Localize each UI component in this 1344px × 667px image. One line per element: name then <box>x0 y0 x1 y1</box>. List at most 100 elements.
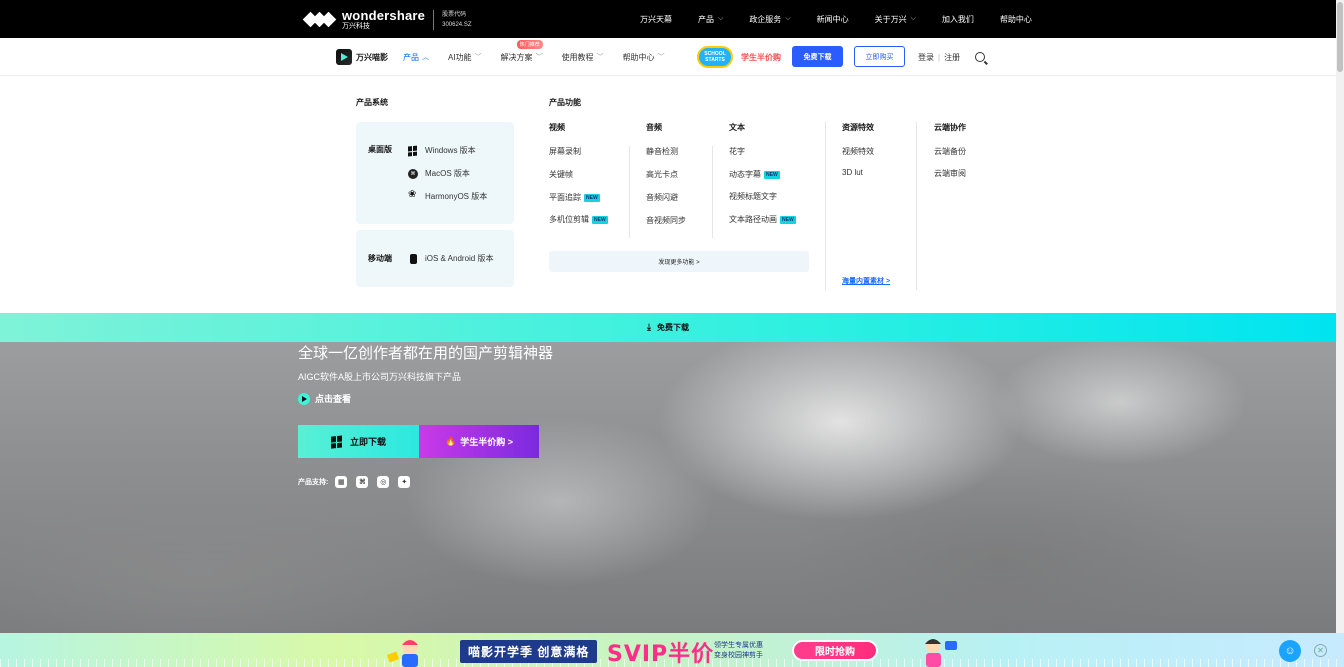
new-badge: NEW <box>764 170 780 179</box>
hero-student-button[interactable]: 🔥 学生半价购 > <box>419 425 539 458</box>
play-icon <box>298 392 310 405</box>
chevron-down-icon: ﹀ <box>657 54 665 61</box>
built-in-assets-link[interactable]: 海量内置素材 > <box>842 276 890 286</box>
windows-icon: ▦ <box>335 476 348 488</box>
brand-logo[interactable]: 万兴喵影 <box>336 49 388 65</box>
product-nav: 万兴喵影 产品 ︿ AI功能 ﹀ 热门推荐 解决方案 ﹀ 使用教程 ﹀ 帮助中心 ﹀ SC… <box>0 38 1336 76</box>
filmora-app-icon <box>336 49 352 65</box>
mobile-card: 移动端 iOS & Android 版本 <box>356 230 514 287</box>
platform-mobile[interactable]: iOS & Android 版本 <box>408 253 493 264</box>
student-illustration-left <box>386 639 418 667</box>
buy-now-button[interactable]: 立即购买 <box>854 46 905 67</box>
topnav-item-about[interactable]: 关于万兴 ⌵ <box>875 14 916 25</box>
promo-banner[interactable]: 喵影开学季 创意满格 SVIP半价 领学生专属优惠 变身校园神剪手 限时抢购 <box>0 633 1344 667</box>
features-text-title: 文本 <box>729 123 745 132</box>
chevron-down-icon: ﹀ <box>596 54 604 61</box>
search-icon[interactable] <box>975 52 985 62</box>
topnav-item-enterprise[interactable]: 政企服务 ⌵ <box>749 14 790 25</box>
top-bar: wondershare 万兴科技 股票代码 300624.SZ 万兴天幕 产品 ⌵… <box>0 0 1336 38</box>
hero-download-button[interactable]: 立即下载 <box>298 425 419 458</box>
feature-3d-lut[interactable]: 3D lut <box>842 168 863 177</box>
platform-macos[interactable]: ⌘ MacOS 版本 <box>408 168 470 179</box>
features-audio-title: 音频 <box>646 123 662 132</box>
feature-keyframe[interactable]: 关键帧 <box>549 169 573 180</box>
features-resources-title: 资源特效 <box>842 123 874 132</box>
chevron-down-icon: ﹀ <box>535 54 543 61</box>
download-icon: ⤓ <box>647 322 651 332</box>
feature-screen-record[interactable]: 屏幕录制 <box>549 146 581 157</box>
customer-service-icon[interactable]: ☺ <box>1279 640 1301 662</box>
feature-av-sync[interactable]: 音视频同步 <box>646 215 686 226</box>
new-badge: NEW <box>780 215 796 224</box>
feature-beat-sync[interactable]: 高光卡点 <box>646 169 678 180</box>
wondershare-logo-icon <box>302 10 338 30</box>
scrollbar-thumb[interactable] <box>1337 2 1343 72</box>
promo-svip: SVIP半价 <box>607 642 715 667</box>
feature-cloud-review[interactable]: 云端审阅 <box>934 168 966 179</box>
hot-badge: 热门推荐 <box>516 39 543 49</box>
chevron-down-icon: ⌵ <box>718 15 724 22</box>
stock-info: 股票代码 300624.SZ <box>442 10 471 30</box>
subnav-item-products[interactable]: 产品 ︿ <box>403 52 429 63</box>
topnav-item-tianmu[interactable]: 万兴天幕 <box>640 14 672 25</box>
more-features-button[interactable]: 发现更多功能 > <box>549 251 809 272</box>
student-promo-link[interactable]: 学生半价购 <box>741 52 781 63</box>
macos-icon: ⌘ <box>356 476 369 488</box>
feature-dynamic-subtitles[interactable]: 动态字幕 NEW <box>729 169 780 180</box>
feature-video-effects[interactable]: 视频特效 <box>842 146 874 157</box>
product-features-title: 产品功能 <box>549 98 581 107</box>
feature-silence-detect[interactable]: 静音检测 <box>646 146 678 157</box>
chevron-down-icon: ﹀ <box>474 54 482 61</box>
promo-description: 领学生专属优惠 变身校园神剪手 <box>714 642 763 659</box>
mobile-label: 移动端 <box>368 254 392 263</box>
feature-cloud-backup[interactable]: 云端备份 <box>934 146 966 157</box>
free-download-bar[interactable]: ⤓ 免费下载 <box>0 313 1336 342</box>
column-divider <box>825 122 826 290</box>
product-systems-title: 产品系统 <box>356 98 388 107</box>
page-scrollbar[interactable] <box>1336 0 1344 633</box>
fire-icon: 🔥 <box>445 436 457 446</box>
macos-icon: ⌘ <box>408 168 418 179</box>
feature-text-path[interactable]: 文本路径动画 NEW <box>729 214 796 225</box>
phone-icon <box>409 253 417 264</box>
subnav-item-tutorials[interactable]: 使用教程 ﹀ <box>562 52 604 63</box>
logo-text-cn: 万兴科技 <box>342 23 370 30</box>
features-cloud-title: 云端协作 <box>934 123 966 132</box>
topnav-item-products[interactable]: 产品 ⌵ <box>698 14 723 25</box>
feature-audio-ducking[interactable]: 音频闪避 <box>646 192 678 203</box>
auth-divider: | <box>938 53 941 62</box>
close-banner-icon[interactable]: ✕ <box>1314 644 1327 657</box>
login-link[interactable]: 登录 <box>918 52 934 63</box>
school-starts-badge[interactable]: SCHOOL STARTS <box>697 46 733 68</box>
free-download-button[interactable]: 免费下载 <box>792 46 843 67</box>
subnav-item-ai[interactable]: AI功能 ﹀ <box>448 52 482 63</box>
subnav-item-help[interactable]: 帮助中心 ﹀ <box>623 52 665 63</box>
windows-icon <box>408 145 418 157</box>
wondershare-logo[interactable]: wondershare 万兴科技 股票代码 300624.SZ <box>302 8 471 30</box>
features-video-title: 视频 <box>549 123 565 132</box>
register-link[interactable]: 注册 <box>944 52 960 63</box>
logo-text-en: wondershare <box>342 8 426 23</box>
feature-title-text[interactable]: 视频标题文字 <box>729 191 777 202</box>
new-badge: NEW <box>584 193 600 202</box>
auth-links: 登录 | 注册 <box>918 52 960 63</box>
chevron-down-icon: ⌵ <box>910 15 916 22</box>
topnav-item-help[interactable]: 帮助中心 <box>1000 14 1032 25</box>
promo-title: 喵影开学季 创意满格 <box>460 640 598 663</box>
subnav-item-solutions[interactable]: 热门推荐 解决方案 ﹀ <box>501 39 543 63</box>
new-badge: NEW <box>592 215 608 224</box>
feature-multicam[interactable]: 多机位剪辑 NEW <box>549 214 608 225</box>
feature-fancy-text[interactable]: 花字 <box>729 146 745 157</box>
stock-label: 股票代码 <box>442 11 467 18</box>
student-illustration-right <box>925 639 957 667</box>
windows-icon <box>330 434 343 449</box>
platform-windows[interactable]: Windows 版本 <box>408 145 476 157</box>
desktop-card: 桌面版 Windows 版本 ⌘ MacOS 版本 HarmonyOS 版本 <box>356 122 514 224</box>
topnav-item-news[interactable]: 新闻中心 <box>817 14 849 25</box>
feature-planar-tracking[interactable]: 平面追踪 NEW <box>549 192 600 203</box>
topnav-item-join[interactable]: 加入我们 <box>942 14 974 25</box>
column-divider <box>916 122 917 290</box>
platform-harmonyos[interactable]: HarmonyOS 版本 <box>408 189 487 202</box>
promo-buy-button[interactable]: 限时抢购 <box>792 640 878 661</box>
watch-video-link[interactable]: 点击查看 <box>298 392 351 405</box>
